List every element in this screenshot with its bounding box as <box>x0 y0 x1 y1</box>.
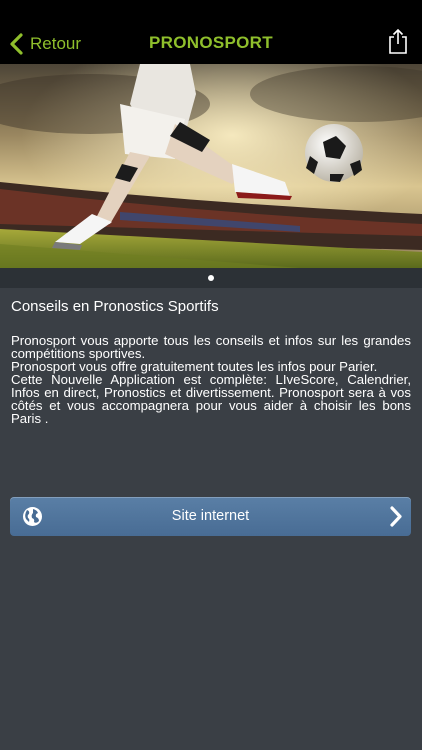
hero-image <box>0 64 422 268</box>
description: Pronosport vous apporte tous les conseil… <box>11 334 411 425</box>
chevron-right-icon <box>390 506 402 527</box>
navigation-bar: Retour PRONOSPORT <box>0 0 422 64</box>
page-dot-active <box>208 275 214 281</box>
website-button[interactable]: Site internet <box>10 497 411 536</box>
share-icon[interactable] <box>388 28 408 54</box>
description-paragraph: Pronosport vous apporte tous les conseil… <box>11 333 411 361</box>
football-player-illustration <box>0 64 422 268</box>
content-area: Conseils en Pronostics Sportifs Pronospo… <box>11 288 411 425</box>
website-button-label: Site internet <box>171 508 250 524</box>
section-title: Conseils en Pronostics Sportifs <box>11 298 219 315</box>
page-title: PRONOSPORT <box>149 33 273 52</box>
page-indicator[interactable] <box>0 268 422 288</box>
description-paragraph: Cette Nouvelle Application est complète:… <box>11 372 411 426</box>
